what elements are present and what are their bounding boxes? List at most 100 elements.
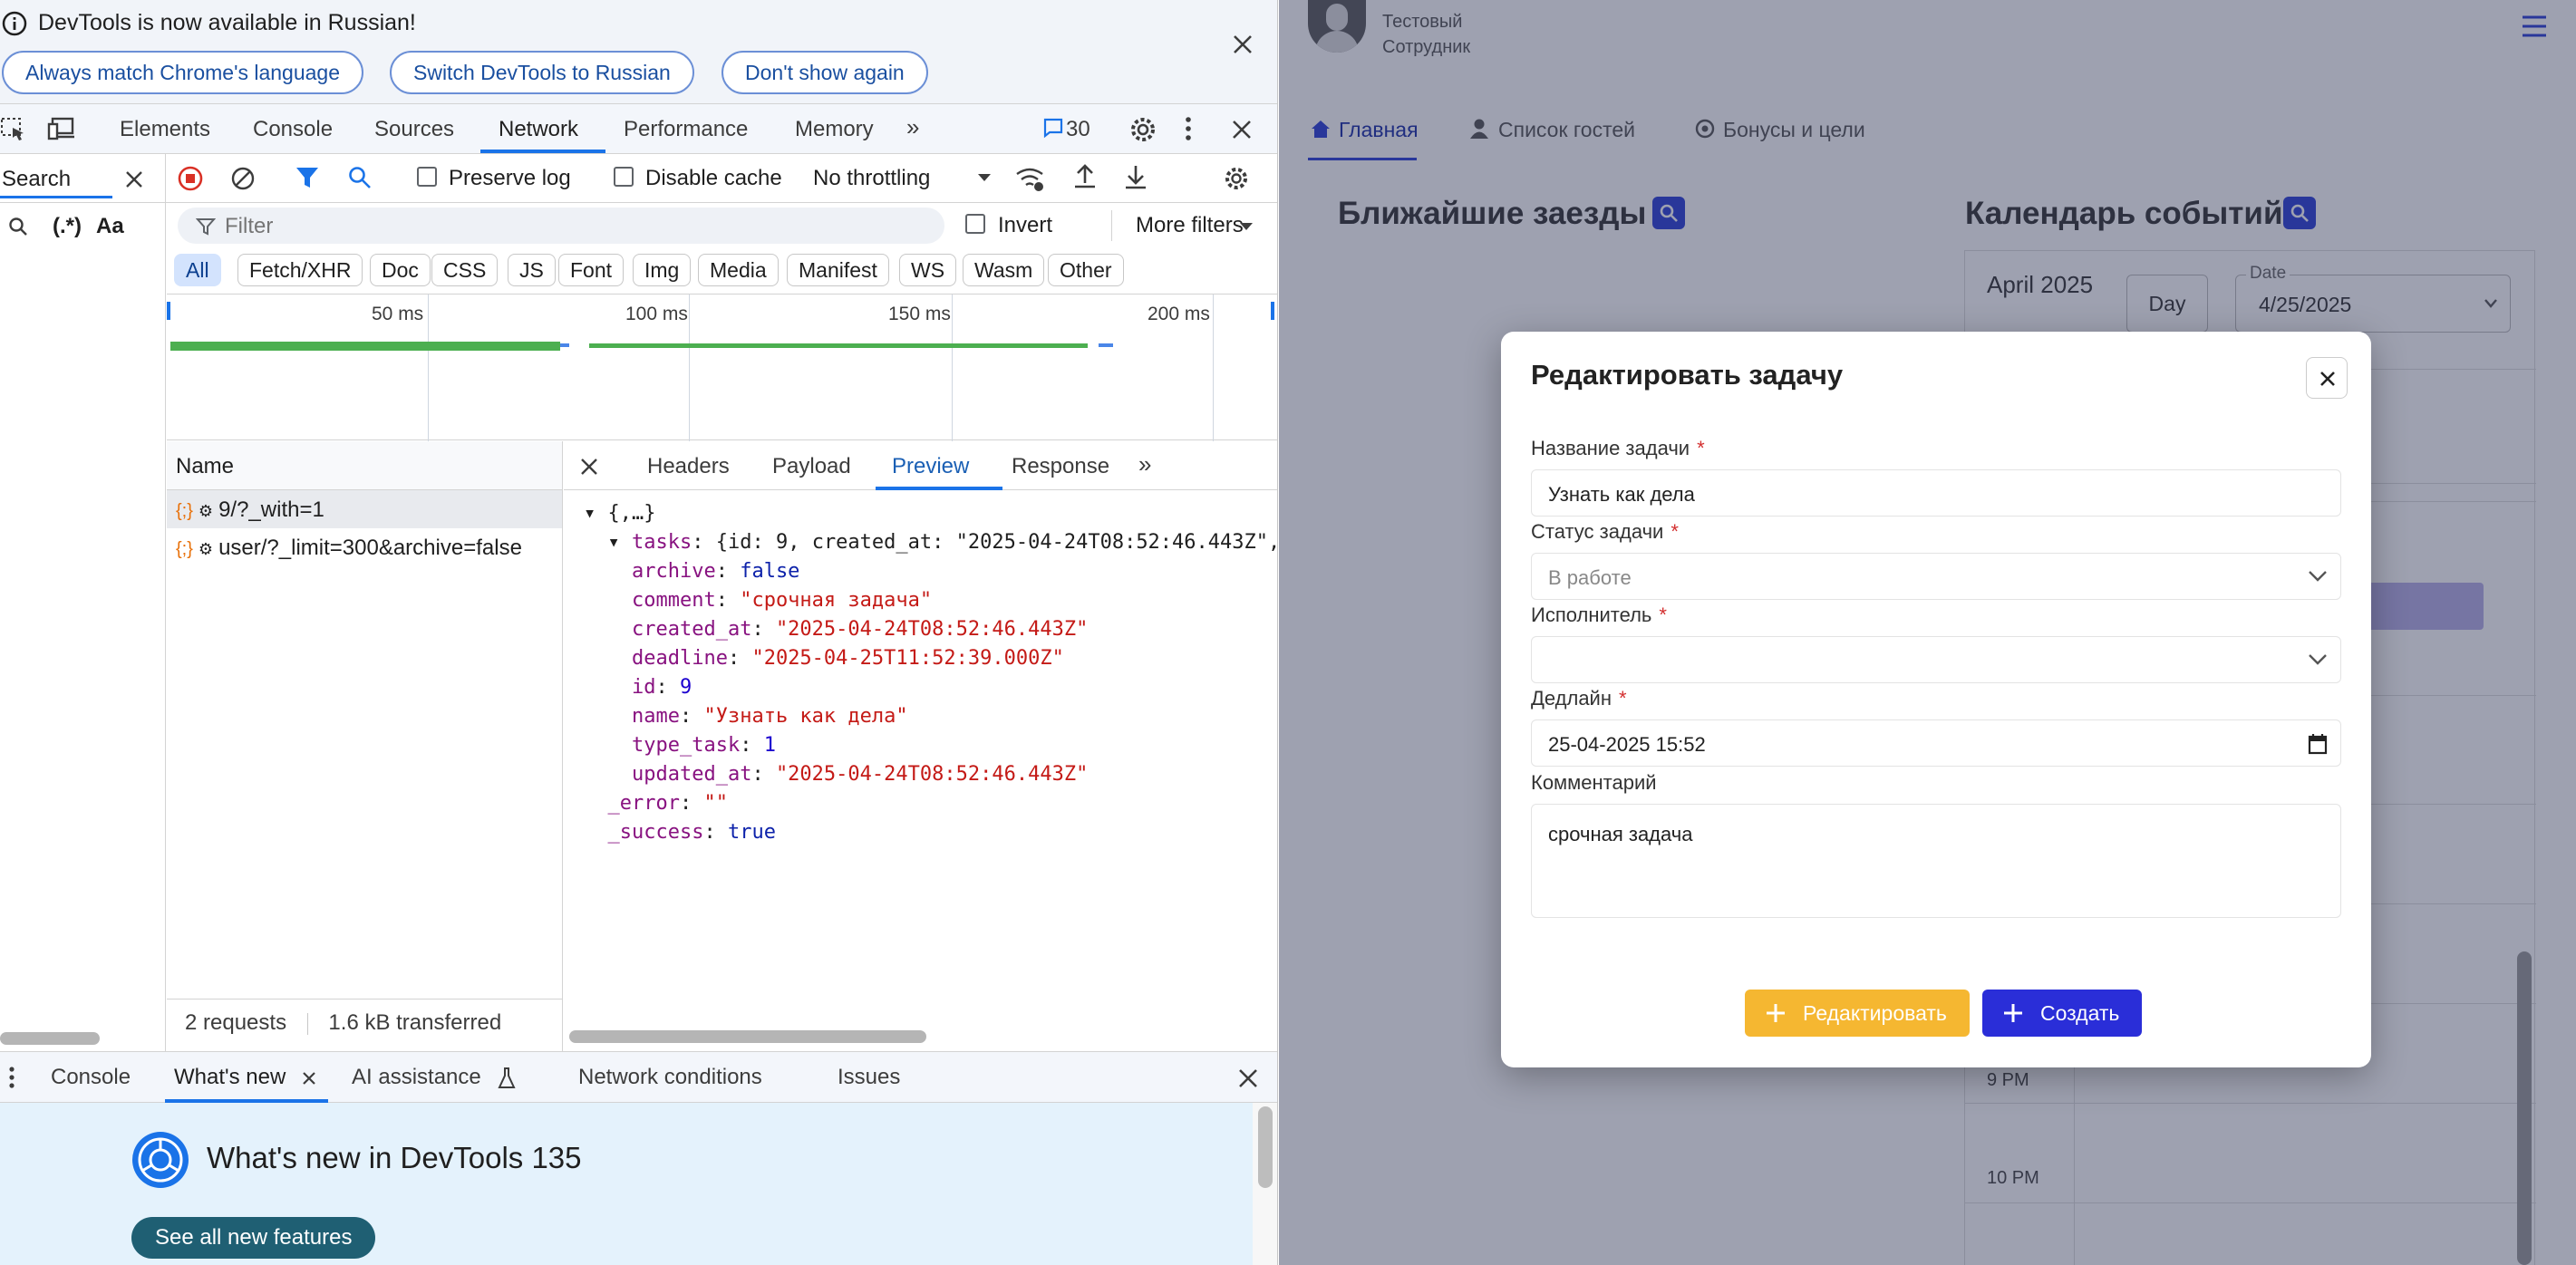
search-network-icon[interactable] (347, 165, 373, 190)
assignee-select[interactable] (1531, 636, 2341, 683)
search-icon[interactable] (7, 216, 29, 237)
more-filters-chevron-icon[interactable] (1238, 221, 1254, 232)
drawer-tab-network-conditions[interactable]: Network conditions (578, 1065, 762, 1090)
see-all-features-button[interactable]: See all new features (131, 1217, 376, 1259)
preview-scrollbar[interactable] (569, 1030, 926, 1043)
deadline-label: Дедлайн * (1531, 687, 1627, 710)
type-filter-media[interactable]: Media (698, 254, 779, 286)
drawer-tab-whats-new[interactable]: What's new (174, 1065, 286, 1090)
switch-russian-button[interactable]: Switch DevTools to Russian (390, 51, 694, 94)
match-case-toggle[interactable]: Aa (96, 214, 124, 239)
network-conditions-icon[interactable] (1014, 165, 1045, 192)
sidebar-scrollbar[interactable] (0, 1032, 100, 1045)
flask-icon (498, 1067, 516, 1088)
type-filter-js[interactable]: JS (508, 254, 556, 286)
transferred-size: 1.6 kB transferred (328, 1010, 502, 1035)
dont-show-again-button[interactable]: Don't show again (721, 51, 928, 94)
tab-console[interactable]: Console (253, 117, 333, 142)
tab-network[interactable]: Network (499, 117, 578, 142)
expand-triangle-icon[interactable]: ▾ (584, 502, 596, 525)
kebab-menu-icon[interactable] (1183, 115, 1194, 142)
type-filter-font[interactable]: Font (558, 254, 625, 286)
type-filter-fetch-xhr[interactable]: Fetch/XHR (237, 254, 363, 286)
type-filter-wasm[interactable]: Wasm (963, 254, 1045, 286)
calendar-icon[interactable] (2308, 733, 2328, 755)
invert-checkbox[interactable] (965, 214, 985, 234)
more-tabs-chevron-icon[interactable]: » (906, 113, 919, 141)
tick-label: 150 ms (888, 304, 951, 324)
close-tab-icon[interactable] (301, 1070, 317, 1086)
type-filter-all[interactable]: All (174, 254, 221, 286)
detail-tabbar: Headers Payload Preview Response » (564, 441, 1277, 490)
json-key: deadline (631, 647, 728, 670)
tab-payload[interactable]: Payload (772, 454, 851, 479)
drawer-scrollbar[interactable] (1258, 1106, 1273, 1188)
json-key: id (631, 676, 656, 699)
tab-memory[interactable]: Memory (795, 117, 874, 142)
disable-cache-checkbox[interactable] (614, 167, 634, 187)
tab-headers[interactable]: Headers (647, 454, 730, 479)
create-button[interactable]: Создать (1982, 990, 2142, 1037)
regex-toggle[interactable]: (.*) (53, 214, 82, 239)
resource-type-filters: All Fetch/XHR Doc CSS JS Font Img Media … (165, 250, 1277, 292)
settings-gear-icon[interactable] (1128, 115, 1157, 144)
range-handle-right[interactable] (1271, 302, 1274, 320)
drawer-tab-console[interactable]: Console (51, 1065, 131, 1090)
expand-triangle-icon[interactable]: ▾ (608, 531, 620, 554)
request-row[interactable]: {;} ⚙ user/?_limit=300&archive=false (167, 528, 562, 566)
close-detail-icon[interactable] (578, 456, 600, 478)
device-toolbar-icon[interactable] (47, 115, 78, 142)
task-name-input[interactable]: Узнать как дела (1531, 469, 2341, 517)
clear-icon[interactable] (229, 165, 257, 192)
message-count-badge[interactable]: 30 (1066, 117, 1090, 142)
deadline-datetime-input[interactable]: 25-04-2025 15:52 (1531, 719, 2341, 767)
tab-response[interactable]: Response (1012, 454, 1109, 479)
comment-textarea[interactable]: срочная задача (1531, 804, 2341, 918)
type-filter-manifest[interactable]: Manifest (787, 254, 889, 286)
edit-button-label: Редактировать (1803, 1001, 1947, 1025)
tab-performance[interactable]: Performance (624, 117, 748, 142)
chrome-devtools-logo-icon (132, 1132, 189, 1188)
close-icon[interactable] (1229, 31, 1256, 58)
type-filter-other[interactable]: Other (1048, 254, 1124, 286)
close-modal-button[interactable] (2306, 357, 2348, 399)
tick-label: 100 ms (625, 304, 688, 324)
close-search-icon[interactable] (123, 169, 145, 190)
record-stop-icon[interactable] (177, 165, 204, 192)
tab-preview[interactable]: Preview (892, 454, 969, 479)
throttling-select[interactable]: No throttling (813, 166, 930, 191)
json-preview-tree[interactable]: ▾ {,…} ▾ tasks: {id: 9, created_at: "202… (584, 499, 1277, 847)
range-handle-left[interactable] (167, 302, 170, 320)
more-detail-tabs-chevron-icon[interactable]: » (1138, 450, 1151, 478)
json-key: type_task (631, 734, 741, 757)
chevron-down-icon[interactable] (976, 172, 993, 183)
type-filter-img[interactable]: Img (633, 254, 692, 286)
network-settings-gear-icon[interactable] (1223, 165, 1250, 192)
network-overview-timeline[interactable]: 50 ms 100 ms 150 ms 200 ms (167, 294, 1277, 441)
edit-button[interactable]: Редактировать (1745, 990, 1970, 1037)
export-har-icon[interactable] (1123, 163, 1148, 192)
preserve-log-checkbox[interactable] (417, 167, 437, 187)
close-drawer-icon[interactable] (1236, 1067, 1260, 1090)
match-language-button[interactable]: Always match Chrome's language (2, 51, 363, 94)
tab-elements[interactable]: Elements (120, 117, 210, 142)
filter-funnel-icon[interactable] (295, 165, 320, 190)
import-har-icon[interactable] (1072, 163, 1098, 192)
type-filter-doc[interactable]: Doc (370, 254, 431, 286)
more-filters-button[interactable]: More filters (1110, 213, 1244, 238)
inspect-element-icon[interactable] (0, 115, 27, 142)
type-filter-ws[interactable]: WS (899, 254, 957, 286)
json-value: "срочная задача" (740, 589, 933, 612)
task-status-select[interactable]: В работе (1531, 553, 2341, 600)
filter-input[interactable]: Filter (178, 208, 944, 244)
drawer-tab-issues[interactable]: Issues (838, 1065, 900, 1090)
tab-sources[interactable]: Sources (374, 117, 454, 142)
type-filter-css[interactable]: CSS (431, 254, 499, 286)
request-row[interactable]: {;} ⚙ 9/?_with=1 (167, 490, 562, 528)
name-column-header[interactable]: Name (167, 441, 562, 490)
message-icon[interactable] (1042, 117, 1064, 139)
drawer-tab-ai-assistance[interactable]: AI assistance (352, 1065, 481, 1090)
invert-label: Invert (998, 213, 1053, 237)
close-devtools-icon[interactable] (1229, 117, 1254, 142)
drawer-menu-icon[interactable] (7, 1065, 16, 1090)
